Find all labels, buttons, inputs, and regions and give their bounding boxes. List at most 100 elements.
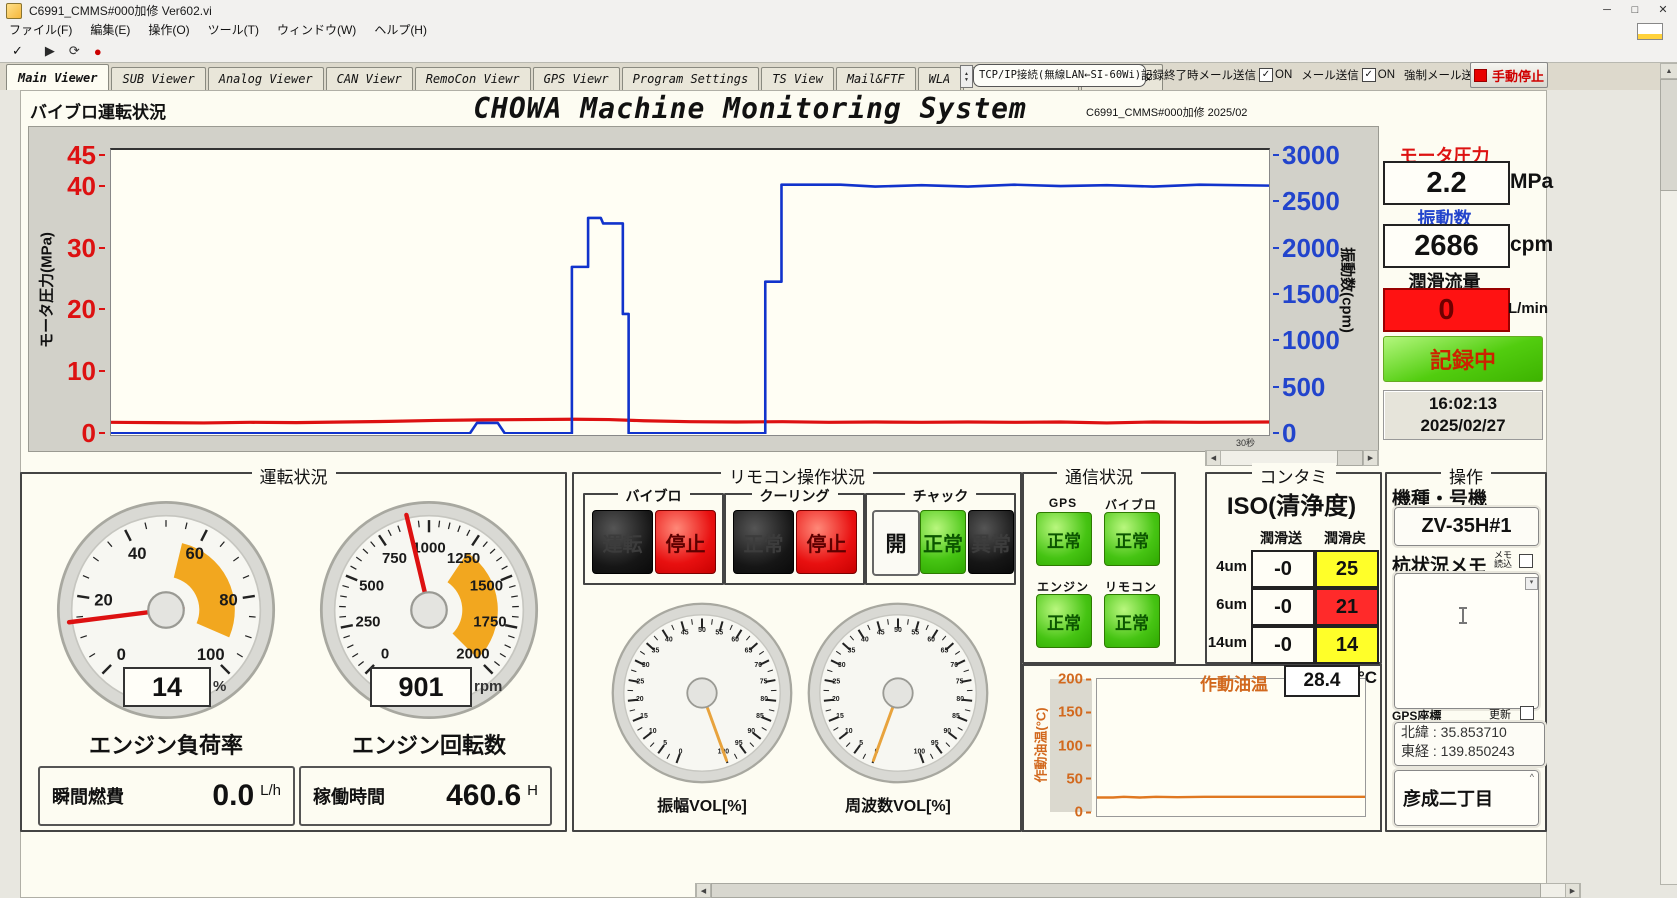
run-continuous-icon[interactable]: ⟳ — [69, 43, 80, 59]
oil-temp-series — [1097, 679, 1365, 816]
contami-return-14um: 14 — [1315, 626, 1379, 664]
svg-text:95: 95 — [735, 740, 743, 747]
chuck-legend: チャック — [905, 486, 977, 506]
gps-update-checkbox[interactable] — [1520, 706, 1534, 720]
memo-dropdown-icon[interactable]: ▾ — [1525, 577, 1538, 590]
svg-text:500: 500 — [359, 578, 384, 595]
svg-text:80: 80 — [956, 696, 964, 703]
svg-text:0: 0 — [679, 748, 683, 755]
vscroll-up-icon[interactable]: ▲ — [1661, 64, 1677, 79]
menu-tools[interactable]: ツール(T) — [199, 21, 268, 40]
svg-text:60: 60 — [927, 636, 935, 643]
chart-scroll-thumb[interactable] — [1337, 450, 1363, 466]
contami-size-4um: 4um — [1205, 558, 1247, 575]
svg-text:50: 50 — [698, 627, 706, 634]
fuel-rate-unit: L/h — [260, 782, 281, 799]
remocon-legend: リモコン操作状況 — [721, 463, 873, 488]
comm-legend: 通信状況 — [1057, 463, 1141, 488]
menu-help[interactable]: ヘルプ(H) — [365, 21, 436, 40]
tab-mail-ftp[interactable]: Mail&FTF — [836, 67, 916, 90]
oil-temp-unit: °C — [1358, 668, 1377, 688]
longitude-value: 東経 : 139.850243 — [1401, 742, 1544, 761]
menu-file[interactable]: ファイル(F) — [0, 21, 81, 40]
latitude-value: 北緯 : 35.853710 — [1401, 723, 1544, 742]
clock-display: 16:02:13 2025/02/27 — [1383, 390, 1543, 440]
connection-select[interactable]: TCP/IP接続(無線LAN←SI-60Wi) — [973, 64, 1146, 87]
contami-return-6um: 21 — [1315, 588, 1379, 626]
svg-text:95: 95 — [931, 740, 939, 747]
engine-rpm-unit: rpm — [474, 678, 502, 695]
svg-text:75: 75 — [956, 679, 964, 686]
tab-wla[interactable]: WLA — [918, 67, 962, 90]
vertical-scrollbar[interactable]: ▲ — [1660, 63, 1677, 885]
hscroll-right-icon[interactable]: ▶ — [1565, 884, 1580, 897]
memo-load-checkbox[interactable] — [1519, 554, 1533, 568]
machine-model-select[interactable]: ZV-35H#1 — [1394, 507, 1539, 546]
labview-panel-icon — [1637, 23, 1663, 40]
oil-temp-axis-title: 作動油温(°C) — [1031, 707, 1050, 782]
svg-text:10: 10 — [845, 728, 853, 735]
svg-text:100: 100 — [914, 748, 926, 755]
tab-ts-view[interactable]: TS View — [761, 67, 834, 90]
check-icon[interactable]: ✓ — [12, 43, 23, 59]
close-button[interactable]: ✕ — [1649, 0, 1677, 21]
place-name-box[interactable]: 彦成二丁目 ^ — [1394, 770, 1539, 826]
svg-text:65: 65 — [745, 648, 753, 655]
mail-settings: 記録終了時メール送信 ✓ ON メール送信 ✓ ON 強制メール送信 OFF — [1141, 64, 1527, 86]
svg-text:90: 90 — [943, 728, 951, 735]
vibration-unit: cpm — [1510, 233, 1553, 257]
svg-text:1750: 1750 — [473, 614, 506, 631]
place-scroll-up-icon[interactable]: ^ — [1530, 772, 1534, 782]
tab-gps-viewer[interactable]: GPS Viewr — [533, 67, 620, 90]
chuck-normal-indicator: 正常 — [920, 510, 966, 574]
mail-send-checkbox[interactable]: ✓ — [1362, 68, 1376, 82]
minimize-button[interactable]: ─ — [1593, 0, 1621, 21]
cooling-legend: クーリング — [752, 486, 838, 506]
left-axis-ticks: 45403020100 — [56, 155, 106, 433]
menu-edit[interactable]: 編集(E) — [81, 21, 139, 40]
svg-text:25: 25 — [833, 679, 841, 686]
contami-size-6um: 6um — [1205, 596, 1247, 613]
vibro-run-indicator: 運転 — [592, 510, 653, 574]
svg-text:85: 85 — [756, 713, 764, 720]
mail-end-checkbox[interactable]: ✓ — [1259, 68, 1273, 82]
svg-text:20: 20 — [832, 696, 840, 703]
system-subtitle: C6991_CMMS#000加修 2025/02 — [1086, 104, 1247, 120]
svg-text:100: 100 — [197, 645, 225, 664]
pile-memo-textarea[interactable] — [1394, 573, 1539, 709]
frequency-vol-gauge: 0510152025303540455055606570758085909510… — [806, 601, 990, 785]
gps-coords-box: 北緯 : 35.853710 東経 : 139.850243 — [1394, 722, 1545, 766]
maximize-button[interactable]: □ — [1621, 0, 1649, 21]
svg-text:70: 70 — [950, 662, 958, 669]
main-chart-plot — [110, 148, 1270, 436]
tab-program-settings[interactable]: Program Settings — [622, 67, 760, 90]
tab-remocon-viewer[interactable]: RemoCon Viewr — [415, 67, 531, 90]
engine-load-value: 14 — [123, 667, 211, 707]
hscroll-left-icon[interactable]: ◀ — [696, 884, 711, 897]
lube-return-header: 潤滑戻 — [1315, 528, 1375, 548]
comm-vibro-status: 正常 — [1104, 512, 1160, 566]
vscroll-thumb[interactable] — [1660, 79, 1677, 191]
tab-can-viewer[interactable]: CAN Viewr — [326, 67, 413, 90]
svg-text:35: 35 — [848, 648, 856, 655]
svg-text:20: 20 — [94, 591, 113, 610]
connection-spinner[interactable]: ▲ ▼ — [960, 65, 973, 88]
left-axis-title: モータ圧力(MPa) — [36, 232, 57, 348]
lube-flow-unit: L/min — [1508, 300, 1548, 317]
abort-icon[interactable]: ● — [94, 44, 102, 59]
motor-pressure-value: 2.2 — [1383, 161, 1510, 205]
spin-down-icon[interactable]: ▼ — [964, 77, 969, 83]
svg-text:75: 75 — [760, 679, 768, 686]
svg-text:45: 45 — [877, 629, 885, 636]
tab-main-viewer[interactable]: Main Viewer — [6, 64, 109, 90]
run-icon[interactable]: ▶ — [45, 43, 55, 59]
svg-text:30: 30 — [838, 662, 846, 669]
menu-operate[interactable]: 操作(O) — [139, 21, 198, 40]
fuel-rate-label: 瞬間燃費 — [52, 783, 124, 809]
tab-sub-viewer[interactable]: SUB Viewer — [111, 67, 205, 90]
tab-analog-viewer[interactable]: Analog Viewer — [208, 67, 324, 90]
chart-scroll-left-icon[interactable]: ◀ — [1206, 451, 1221, 465]
menu-window[interactable]: ウィンドウ(W) — [268, 21, 365, 40]
chart-scroll-right-icon[interactable]: ▶ — [1363, 451, 1378, 465]
manual-stop-button[interactable]: 手動停止 — [1470, 62, 1548, 88]
